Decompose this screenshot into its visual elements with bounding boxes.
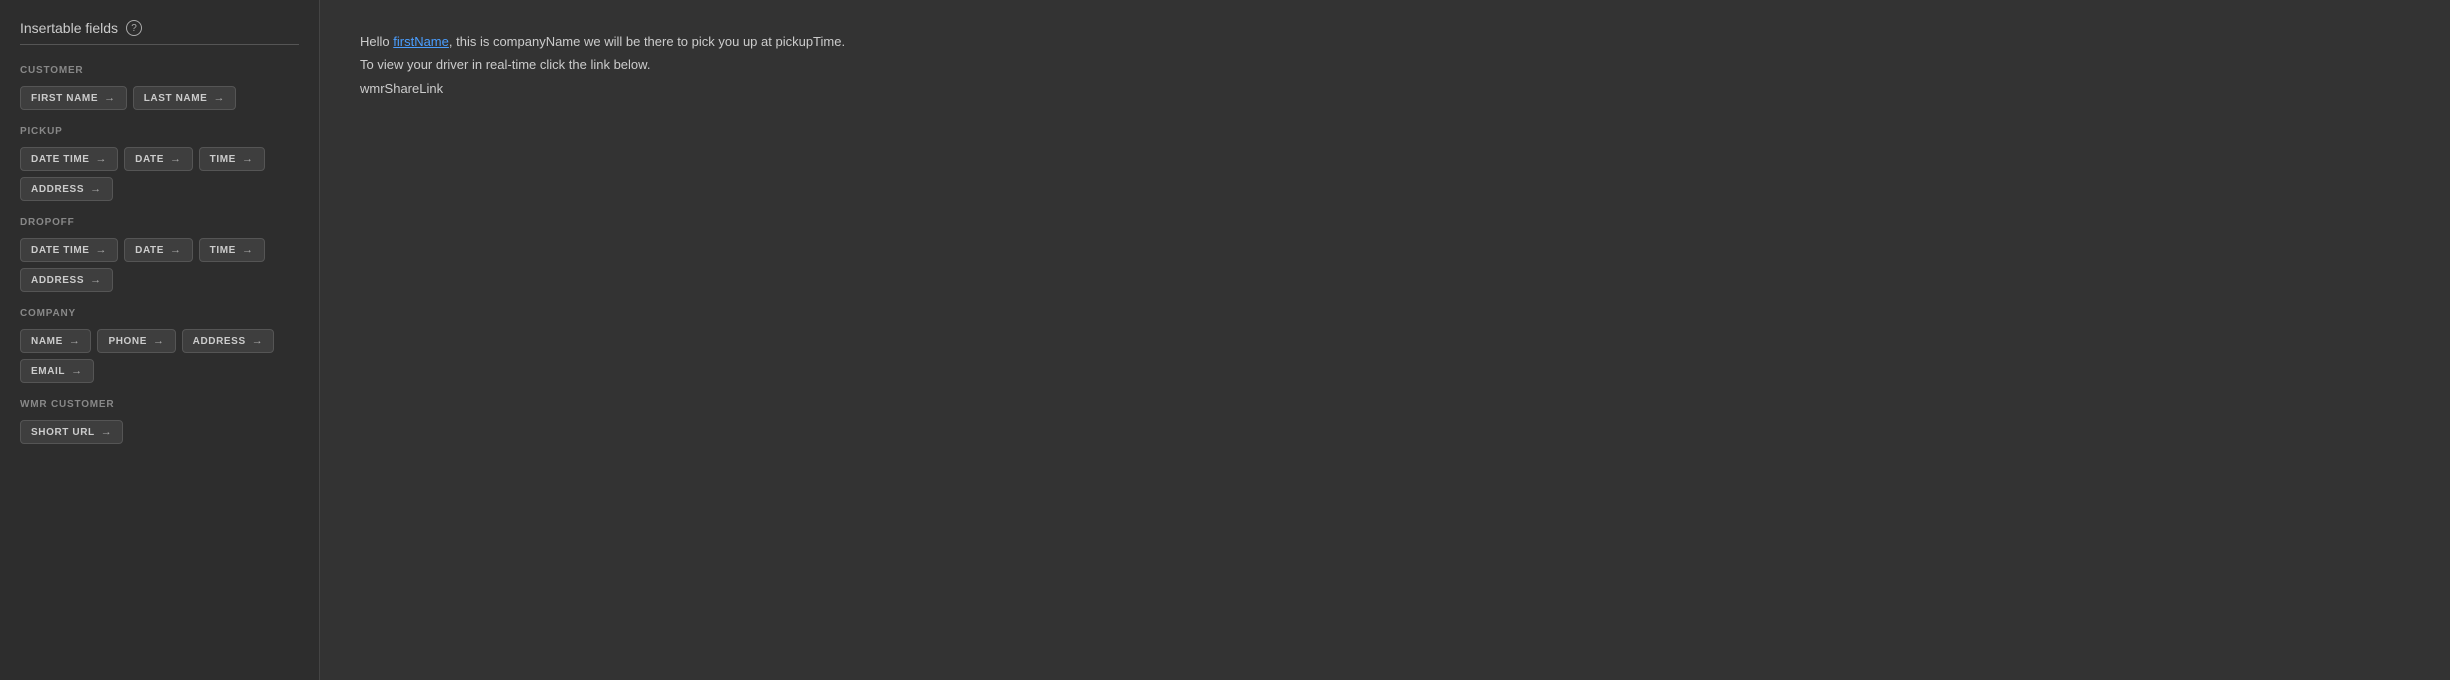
company-email-label: EMAIL <box>31 366 65 377</box>
preview-content: Hello firstName, this is companyName we … <box>360 30 2410 100</box>
dropoff-date-time-arrow-icon: → <box>96 244 108 256</box>
pickup-fields-row-2: ADDRESS → <box>20 177 299 201</box>
panel-title: Insertable fields <box>20 20 118 36</box>
first-name-button[interactable]: FIRST NAME → <box>20 86 127 110</box>
customer-fields-row: FIRST NAME → LAST NAME → <box>20 86 299 110</box>
company-fields-row-1: NAME → PHONE → ADDRESS → <box>20 329 299 353</box>
first-name-label: FIRST NAME <box>31 93 98 104</box>
pickup-date-time-button[interactable]: DATE TIME → <box>20 147 118 171</box>
pickup-date-time-label: DATE TIME <box>31 154 90 165</box>
pickup-fields-row-1: DATE TIME → DATE → TIME → <box>20 147 299 171</box>
company-email-button[interactable]: EMAIL → <box>20 359 94 383</box>
pickup-address-label: ADDRESS <box>31 184 84 195</box>
section-label-wmr-customer: WMR CUSTOMER <box>20 399 299 410</box>
pickup-time-label: TIME <box>210 154 236 165</box>
company-phone-arrow-icon: → <box>153 335 165 347</box>
preview-hello: Hello <box>360 34 393 49</box>
preview-line1-rest: , this is companyName we will be there t… <box>449 34 845 49</box>
dropoff-fields-row-1: DATE TIME → DATE → TIME → <box>20 238 299 262</box>
company-phone-button[interactable]: PHONE → <box>97 329 175 353</box>
company-address-button[interactable]: ADDRESS → <box>182 329 275 353</box>
dropoff-date-button[interactable]: DATE → <box>124 238 193 262</box>
preview-first-name-highlight: firstName <box>393 34 449 49</box>
last-name-arrow-icon: → <box>213 92 225 104</box>
dropoff-address-button[interactable]: ADDRESS → <box>20 268 113 292</box>
short-url-label: SHORT URL <box>31 427 95 438</box>
pickup-date-button[interactable]: DATE → <box>124 147 193 171</box>
preview-line2: To view your driver in real-time click t… <box>360 53 2410 76</box>
dropoff-time-label: TIME <box>210 245 236 256</box>
wmr-customer-fields-row: SHORT URL → <box>20 420 299 444</box>
section-label-customer: CUSTOMER <box>20 65 299 76</box>
dropoff-date-time-label: DATE TIME <box>31 245 90 256</box>
section-label-pickup: PICKUP <box>20 126 299 137</box>
pickup-address-button[interactable]: ADDRESS → <box>20 177 113 201</box>
company-name-button[interactable]: NAME → <box>20 329 91 353</box>
dropoff-fields-row-2: ADDRESS → <box>20 268 299 292</box>
pickup-time-button[interactable]: TIME → <box>199 147 265 171</box>
section-label-company: COMPANY <box>20 308 299 319</box>
pickup-time-arrow-icon: → <box>242 153 254 165</box>
company-address-label: ADDRESS <box>193 336 246 347</box>
last-name-label: LAST NAME <box>144 93 208 104</box>
short-url-arrow-icon: → <box>101 426 113 438</box>
dropoff-address-arrow-icon: → <box>90 274 102 286</box>
dropoff-time-button[interactable]: TIME → <box>199 238 265 262</box>
dropoff-date-arrow-icon: → <box>170 244 182 256</box>
dropoff-date-label: DATE <box>135 245 164 256</box>
short-url-button[interactable]: SHORT URL → <box>20 420 123 444</box>
preview-panel: Hello firstName, this is companyName we … <box>320 0 2450 680</box>
company-fields-row-2: EMAIL → <box>20 359 299 383</box>
company-email-arrow-icon: → <box>71 365 83 377</box>
company-name-label: NAME <box>31 336 63 347</box>
dropoff-date-time-button[interactable]: DATE TIME → <box>20 238 118 262</box>
pickup-address-arrow-icon: → <box>90 183 102 195</box>
pickup-date-time-arrow-icon: → <box>96 153 108 165</box>
company-phone-label: PHONE <box>108 336 147 347</box>
company-name-arrow-icon: → <box>69 335 81 347</box>
help-icon[interactable]: ? <box>126 20 142 36</box>
preview-line1: Hello firstName, this is companyName we … <box>360 30 2410 53</box>
pickup-date-label: DATE <box>135 154 164 165</box>
pickup-date-arrow-icon: → <box>170 153 182 165</box>
section-label-dropoff: DROPOFF <box>20 217 299 228</box>
preview-line3: wmrShareLink <box>360 77 2410 100</box>
panel-title-row: Insertable fields ? <box>20 20 299 45</box>
last-name-button[interactable]: LAST NAME → <box>133 86 236 110</box>
first-name-arrow-icon: → <box>104 92 116 104</box>
insertable-fields-panel: Insertable fields ? CUSTOMER FIRST NAME … <box>0 0 320 680</box>
company-address-arrow-icon: → <box>252 335 264 347</box>
dropoff-time-arrow-icon: → <box>242 244 254 256</box>
dropoff-address-label: ADDRESS <box>31 275 84 286</box>
